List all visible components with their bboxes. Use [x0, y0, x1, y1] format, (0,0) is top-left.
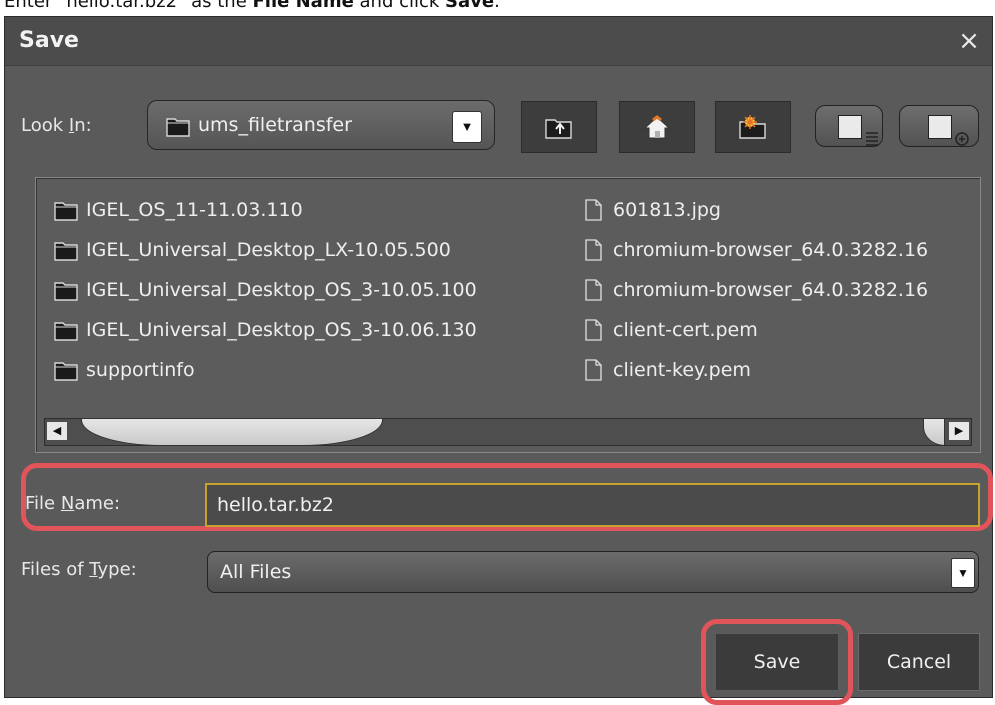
file-type-label-mnemonic: T — [89, 559, 98, 580]
file-type-label-pre: Files of — [21, 559, 90, 580]
file-icon — [585, 319, 602, 341]
list-item-label: supportinfo — [86, 359, 195, 381]
instruction-suffix: . — [494, 0, 500, 12]
close-icon[interactable]: × — [954, 23, 984, 59]
list-item[interactable]: IGEL_Universal_Desktop_OS_3-10.05.100 — [54, 270, 477, 310]
folder-icon — [54, 242, 78, 261]
file-name-label: File Name: — [25, 493, 120, 514]
new-folder-icon — [739, 115, 766, 139]
folder-icon — [166, 118, 190, 137]
list-item-label: IGEL_OS_11-11.03.110 — [86, 199, 303, 221]
list-item[interactable]: client-cert.pem — [581, 310, 928, 350]
folder-up-icon — [545, 119, 572, 139]
chevron-down-icon[interactable]: ▼ — [951, 558, 975, 588]
look-in-value: ums_filetransfer — [198, 114, 352, 136]
list-view-button[interactable] — [815, 105, 883, 147]
look-in-label-pre: Look — [21, 115, 69, 136]
cancel-button[interactable]: Cancel — [858, 633, 980, 691]
list-item[interactable]: 601813.jpg — [581, 190, 928, 230]
instruction-bold-filename: File Name — [252, 0, 354, 12]
file-type-value: All Files — [220, 561, 292, 583]
file-type-label-post: ype: — [97, 559, 137, 580]
list-item[interactable]: chromium-browser_64.0.3282.16 — [581, 230, 928, 270]
file-column: 601813.jpg chromium-browser_64.0.3282.16… — [581, 190, 928, 390]
instruction-middle: and click — [353, 0, 446, 12]
home-button[interactable] — [619, 101, 695, 153]
file-name-label-mnemonic: N — [60, 493, 75, 514]
instruction-text: Enter "hello.tar.bz2" as the File Name a… — [4, 0, 500, 14]
dialog-titlebar[interactable]: Save × — [5, 17, 992, 66]
list-item[interactable]: chromium-browser_64.0.3282.16 — [581, 270, 928, 310]
list-item[interactable]: IGEL_Universal_Desktop_OS_3-10.06.130 — [54, 310, 477, 350]
file-list[interactable]: IGEL_OS_11-11.03.110 IGEL_Universal_Desk… — [35, 177, 981, 453]
list-item-label: chromium-browser_64.0.3282.16 — [613, 279, 929, 301]
chevron-down-icon[interactable]: ▼ — [452, 111, 482, 143]
folder-column: IGEL_OS_11-11.03.110 IGEL_Universal_Desk… — [54, 190, 477, 390]
list-item[interactable]: IGEL_OS_11-11.03.110 — [54, 190, 477, 230]
instruction-prefix: Enter "hello.tar.bz2" as the — [4, 0, 253, 12]
look-in-label: Look In: — [21, 115, 92, 136]
home-icon — [643, 115, 671, 139]
up-one-level-button[interactable] — [521, 101, 597, 153]
list-item-label: IGEL_Universal_Desktop_LX-10.05.500 — [86, 239, 451, 261]
file-icon — [585, 359, 602, 381]
file-name-label-post: ame: — [74, 493, 121, 514]
list-item-label: client-key.pem — [613, 359, 751, 381]
list-item-label: client-cert.pem — [613, 319, 758, 341]
file-name-label-pre: File — [25, 493, 61, 514]
scrollbar-track-end — [923, 418, 945, 446]
file-name-input[interactable] — [205, 483, 980, 527]
new-folder-button[interactable] — [715, 101, 791, 153]
save-button[interactable]: Save — [715, 633, 839, 691]
save-dialog: Save × Look In: ums_filetransfer ▼ IGEL_… — [4, 16, 993, 705]
list-item[interactable]: client-key.pem — [581, 350, 928, 390]
file-icon — [585, 199, 602, 221]
look-in-label-post: n: — [74, 115, 92, 136]
folder-icon — [54, 322, 78, 341]
folder-icon — [54, 282, 78, 301]
folder-icon — [54, 362, 78, 381]
details-view-icon — [928, 115, 969, 146]
file-type-label: Files of Type: — [21, 559, 137, 580]
file-icon — [585, 239, 602, 261]
list-item-label: 601813.jpg — [613, 199, 721, 221]
list-item-label: chromium-browser_64.0.3282.16 — [613, 239, 929, 261]
list-item[interactable]: IGEL_Universal_Desktop_LX-10.05.500 — [54, 230, 477, 270]
file-icon — [585, 279, 602, 301]
details-view-button[interactable] — [899, 105, 979, 147]
scroll-right-icon[interactable]: ▶ — [949, 422, 969, 440]
list-item-label: IGEL_Universal_Desktop_OS_3-10.06.130 — [86, 319, 477, 341]
list-item-label: IGEL_Universal_Desktop_OS_3-10.05.100 — [86, 279, 477, 301]
list-item[interactable]: supportinfo — [54, 350, 477, 390]
look-in-combo[interactable]: ums_filetransfer ▼ — [147, 100, 495, 150]
scroll-left-icon[interactable]: ◀ — [47, 422, 67, 440]
list-view-icon — [838, 115, 878, 146]
folder-icon — [54, 202, 78, 221]
horizontal-scrollbar[interactable]: ◀ ▶ — [44, 418, 972, 446]
instruction-bold-save: Save — [445, 0, 495, 12]
dialog-title: Save — [19, 28, 79, 53]
file-type-select[interactable]: All Files ▼ — [207, 551, 979, 593]
scrollbar-thumb[interactable] — [81, 418, 383, 446]
